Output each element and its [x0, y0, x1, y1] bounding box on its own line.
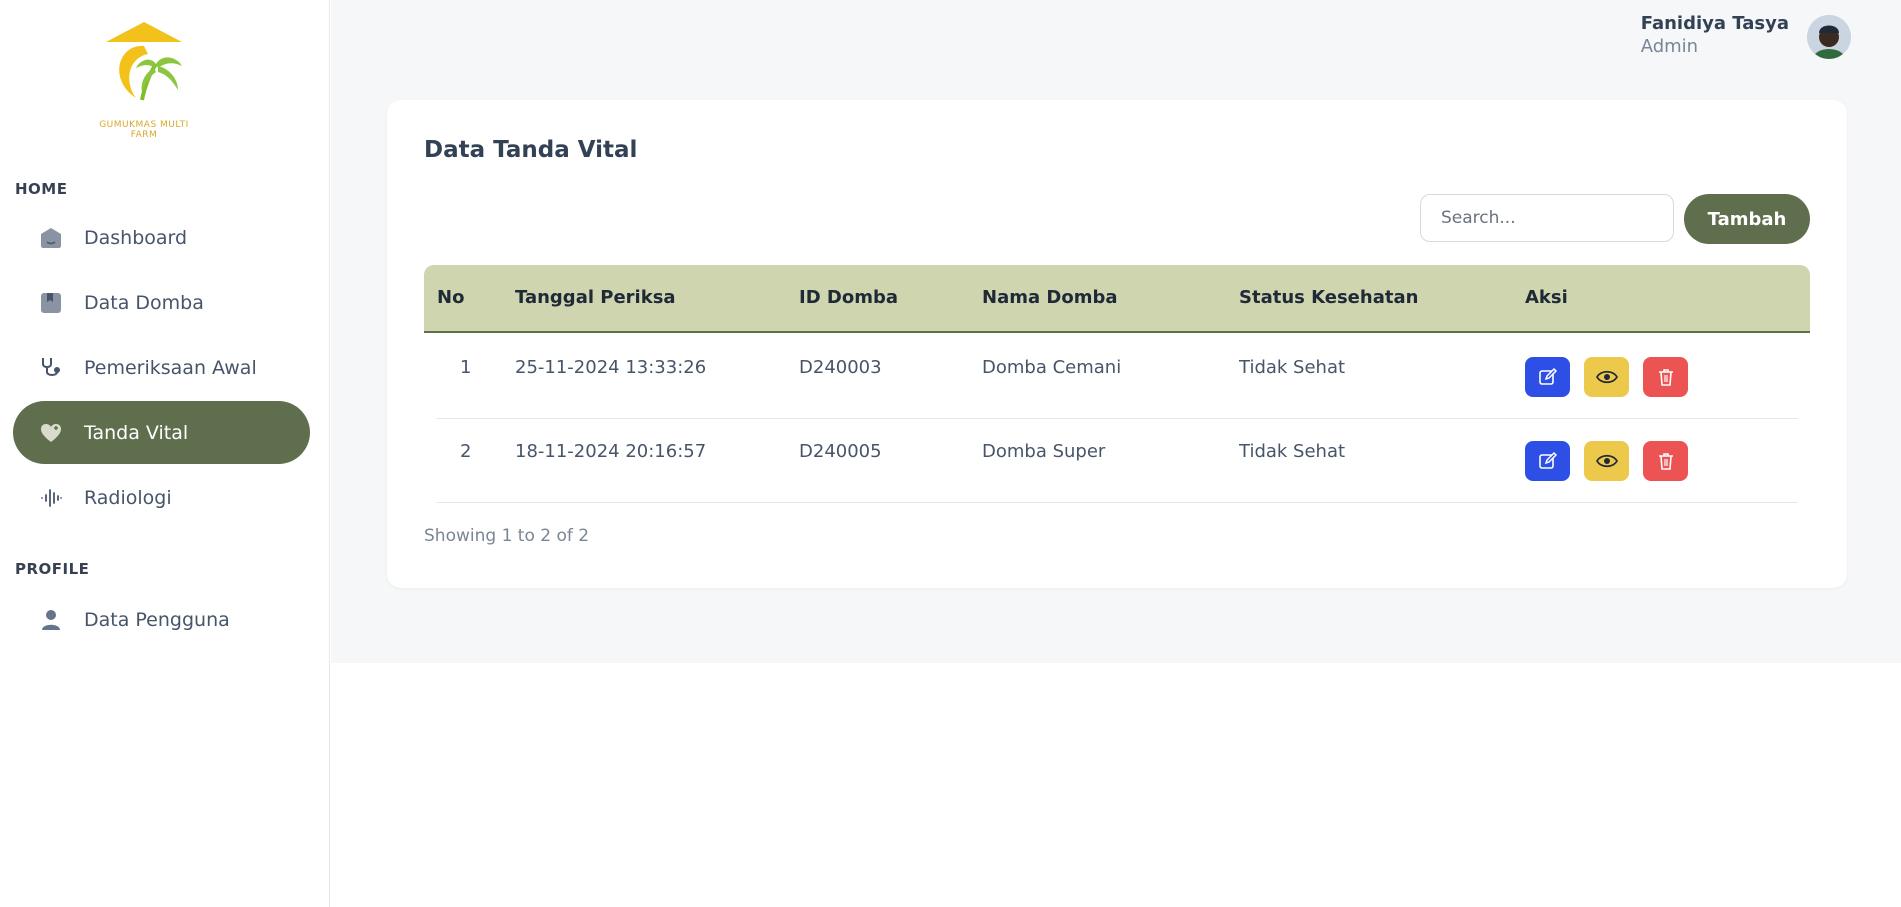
- sidebar-item-radiologi[interactable]: Radiologi: [13, 466, 310, 529]
- view-button[interactable]: [1584, 357, 1629, 397]
- sidebar-item-tanda-vital[interactable]: Tanda Vital: [13, 401, 310, 464]
- section-label-home: HOME: [15, 180, 68, 198]
- trash-icon: [1658, 453, 1673, 470]
- edit-button[interactable]: [1525, 441, 1570, 481]
- user-info[interactable]: Fanidiya Tasya Admin: [1641, 13, 1789, 57]
- delete-button[interactable]: [1643, 441, 1688, 481]
- cell-no: 1: [460, 357, 472, 378]
- trash-icon: [1658, 369, 1673, 386]
- cell-nama: Domba Cemani: [982, 357, 1122, 378]
- table-row: 1 25-11-2024 13:33:26 D240003 Domba Cema…: [424, 335, 1810, 419]
- sidebar-item-dashboard[interactable]: Dashboard: [13, 206, 310, 269]
- sidebar-item-data-pengguna[interactable]: Data Pengguna: [13, 588, 310, 651]
- edit-button[interactable]: [1525, 357, 1570, 397]
- sidebar-item-label: Radiologi: [84, 486, 172, 509]
- sidebar-item-pemeriksaan-awal[interactable]: Pemeriksaan Awal: [13, 336, 310, 399]
- edit-icon: [1538, 451, 1557, 469]
- section-label-profile: PROFILE: [15, 560, 90, 578]
- sidebar-item-label: Dashboard: [84, 226, 188, 249]
- sidebar-item-data-domba[interactable]: Data Domba: [13, 271, 310, 334]
- eye-icon: [1595, 454, 1618, 468]
- sidebar-item-label: Pemeriksaan Awal: [84, 356, 257, 379]
- sidebar-item-label: Tanda Vital: [84, 421, 189, 444]
- cell-id: D240003: [799, 357, 882, 378]
- add-button[interactable]: Tambah: [1684, 194, 1810, 244]
- cell-tanggal: 18-11-2024 20:16:57: [515, 441, 707, 462]
- cell-nama: Domba Super: [982, 441, 1106, 462]
- cell-id: D240005: [799, 441, 882, 462]
- user-name: Fanidiya Tasya: [1640, 13, 1789, 34]
- table-row: 2 18-11-2024 20:16:57 D240005 Domba Supe…: [424, 419, 1810, 503]
- table-header: No Tanggal Periksa ID Domba Nama Domba S…: [424, 265, 1810, 333]
- stethoscope-icon: [39, 356, 63, 380]
- column-header-no: No: [437, 287, 465, 308]
- cell-status: Tidak Sehat: [1239, 441, 1346, 462]
- brand-logo[interactable]: GUMUKMAS MULTI FARM: [96, 20, 192, 144]
- edit-icon: [1538, 367, 1557, 385]
- cell-no: 2: [460, 441, 472, 462]
- waveform-icon: [39, 486, 63, 510]
- column-header-tanggal: Tanggal Periksa: [515, 287, 676, 308]
- sidebar-item-label: Data Domba: [84, 291, 204, 314]
- column-header-id: ID Domba: [799, 287, 898, 308]
- search-input[interactable]: [1420, 194, 1674, 242]
- home-icon: [39, 226, 63, 250]
- delete-button[interactable]: [1643, 357, 1688, 397]
- eye-icon: [1595, 370, 1618, 384]
- row-divider: [436, 502, 1798, 503]
- view-button[interactable]: [1584, 441, 1629, 481]
- user-icon: [39, 608, 63, 632]
- cell-status: Tidak Sehat: [1239, 357, 1346, 378]
- heart-pulse-icon: [39, 421, 63, 445]
- avatar[interactable]: [1807, 15, 1851, 59]
- column-header-aksi: Aksi: [1525, 287, 1568, 308]
- sidebar: GUMUKMAS MULTI FARM HOME Dashboard Data …: [0, 0, 330, 907]
- column-header-status: Status Kesehatan: [1239, 287, 1419, 308]
- logo-text: GUMUKMAS MULTI FARM: [99, 120, 189, 140]
- cell-tanggal: 25-11-2024 13:33:26: [515, 357, 707, 378]
- sidebar-item-label: Data Pengguna: [84, 608, 230, 631]
- user-role: Admin: [1640, 36, 1699, 57]
- vital-signs-card: Data Tanda Vital Tambah No Tanggal Perik…: [387, 100, 1847, 588]
- pagination-info: Showing 1 to 2 of 2: [424, 526, 590, 546]
- bookmark-icon: [39, 291, 63, 315]
- column-header-nama: Nama Domba: [982, 287, 1118, 308]
- page-title: Data Tanda Vital: [424, 137, 638, 163]
